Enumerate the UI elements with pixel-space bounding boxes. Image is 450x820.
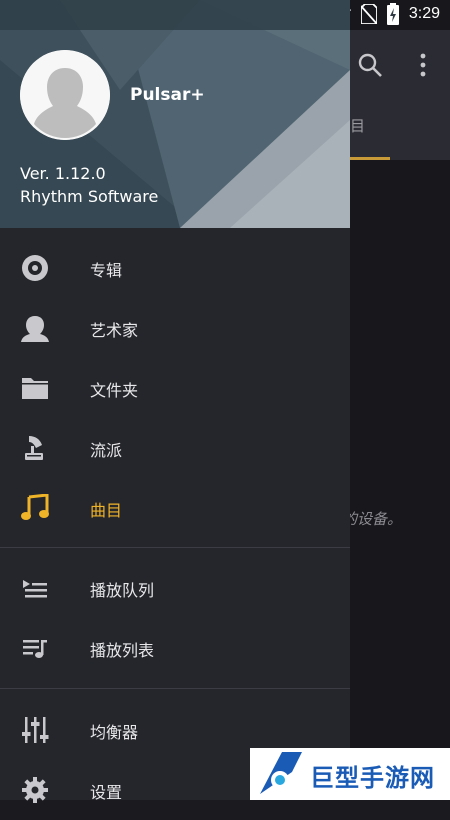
- drawer-item-label: 播放队列: [90, 581, 155, 600]
- drawer-item-label: 均衡器: [90, 723, 139, 742]
- watermark-icon: [260, 752, 302, 794]
- more-options-icon[interactable]: [413, 52, 433, 78]
- avatar[interactable]: [20, 50, 110, 140]
- drawer-item-label: 曲目: [90, 501, 123, 520]
- drawer-item-label: 播放列表: [90, 641, 155, 660]
- tab-tracks[interactable]: 目: [350, 115, 365, 136]
- drawer-header: Pulsar+ Ver. 1.12.0 Rhythm Software: [0, 0, 350, 228]
- menu-divider: [0, 547, 350, 548]
- artist-icon: [21, 316, 49, 342]
- drawer-item-label: 流派: [90, 441, 123, 460]
- genre-icon: [25, 436, 43, 460]
- empty-state-text: 的设备。: [342, 510, 403, 528]
- drawer-item-label: 设置: [90, 783, 123, 802]
- battery-charging-icon: [386, 3, 399, 25]
- app-version: Ver. 1.12.0: [20, 164, 106, 183]
- drawer-item-folders[interactable]: 文件夹: [0, 358, 350, 418]
- user-placeholder-icon: [20, 50, 110, 140]
- watermark-text: 巨型手游网: [310, 764, 435, 792]
- menu-divider: [0, 688, 350, 689]
- music-note-icon: [21, 494, 49, 520]
- drawer-item-label: 专辑: [90, 261, 123, 280]
- drawer-item-genres[interactable]: 流派: [0, 418, 350, 478]
- drawer-item-albums[interactable]: 专辑: [0, 238, 350, 298]
- drawer-item-tracks[interactable]: 曲目: [0, 478, 350, 538]
- watermark-logo: 巨型手游网: [250, 748, 450, 800]
- navigation-drawer: Pulsar+ Ver. 1.12.0 Rhythm Software 专辑 艺…: [0, 0, 350, 803]
- drawer-item-playlists[interactable]: 播放列表: [0, 618, 350, 678]
- playlist-icon: [23, 640, 47, 658]
- queue-icon: [23, 580, 47, 598]
- drawer-item-artists[interactable]: 艺术家: [0, 298, 350, 358]
- drawer-item-label: 艺术家: [90, 321, 139, 340]
- tab-indicator: [346, 157, 390, 160]
- no-sim-icon: [360, 4, 377, 24]
- clock: 3:29: [408, 5, 440, 22]
- album-icon: [22, 255, 48, 281]
- app-name: Pulsar+: [130, 85, 205, 105]
- search-icon[interactable]: [357, 52, 383, 78]
- company-name: Rhythm Software: [20, 187, 159, 206]
- equalizer-icon: [22, 717, 49, 743]
- drawer-item-play-queue[interactable]: 播放队列: [0, 558, 350, 618]
- drawer-item-label: 文件夹: [90, 381, 139, 400]
- folder-icon: [22, 378, 48, 399]
